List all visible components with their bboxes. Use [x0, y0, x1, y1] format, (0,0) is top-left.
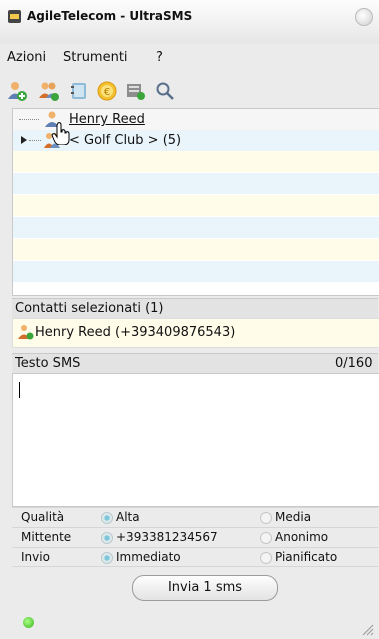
sms-text-title: Testo SMS	[15, 356, 81, 371]
send-option-scheduled[interactable]: Pianificato	[275, 550, 337, 564]
menu-help[interactable]: ?	[156, 50, 163, 65]
send-area: Invia 1 sms	[12, 566, 378, 607]
option-row-send: Invio Immediato Pianificato	[12, 547, 378, 567]
tree-item-label[interactable]: < Golf Club > (5)	[69, 133, 181, 148]
sender-option-number[interactable]: +393381234567	[116, 530, 218, 544]
resize-grip-icon[interactable]	[360, 622, 374, 636]
send-radio-immediate[interactable]	[101, 552, 113, 564]
window-control-button[interactable]	[355, 8, 373, 26]
selected-contacts-list[interactable]: Henry Reed (+393409876543)	[12, 318, 379, 348]
menu-azioni[interactable]: Azioni	[7, 50, 46, 65]
tree-connector	[29, 140, 41, 141]
add-group-icon[interactable]	[38, 80, 60, 102]
sms-text-header: Testo SMS 0/160	[12, 353, 378, 373]
quality-label: Qualità	[21, 510, 65, 524]
menu-strumenti[interactable]: Strumenti	[63, 50, 128, 65]
sender-label: Mittente	[21, 530, 72, 544]
sms-send-icon[interactable]	[124, 80, 146, 102]
credit-euro-icon[interactable]: €	[96, 80, 118, 102]
quality-option-alta[interactable]: Alta	[116, 510, 140, 524]
quality-radio-alta[interactable]	[101, 512, 113, 524]
send-radio-scheduled[interactable]	[260, 552, 272, 564]
sms-char-counter: 0/160	[335, 356, 373, 371]
tree-empty-row	[13, 261, 379, 282]
selected-contacts-title: Contatti selezionati (1)	[15, 301, 164, 316]
add-contact-icon[interactable]	[6, 80, 28, 102]
tree-empty-row	[13, 195, 379, 216]
sms-textarea[interactable]	[12, 373, 379, 507]
selected-contacts-header: Contatti selezionati (1)	[12, 298, 378, 318]
send-option-immediate[interactable]: Immediato	[116, 550, 181, 564]
sender-radio-anonymous[interactable]	[260, 532, 272, 544]
address-book-icon[interactable]	[68, 80, 90, 102]
contacts-tree[interactable]: Henry Reed < Golf Club > (5)	[12, 108, 379, 296]
selected-contact-icon	[18, 325, 34, 340]
window-title: AgileTelecom - UltraSMS	[27, 9, 193, 23]
tree-empty-row	[13, 217, 379, 238]
hand-cursor-icon	[51, 122, 70, 145]
text-cursor	[19, 382, 20, 398]
toolbar: €	[0, 72, 379, 106]
tree-item-label[interactable]: Henry Reed	[69, 112, 145, 127]
tree-connector	[19, 119, 39, 120]
title-bar: AgileTelecom - UltraSMS	[0, 0, 379, 44]
expand-arrow-icon[interactable]	[21, 136, 27, 144]
option-row-sender: Mittente +393381234567 Anonimo	[12, 527, 378, 547]
send-mode-label: Invio	[21, 550, 50, 564]
svg-text:€: €	[104, 87, 110, 98]
tree-empty-row	[13, 239, 379, 260]
quality-radio-media[interactable]	[260, 512, 272, 524]
connection-status-indicator	[23, 617, 34, 628]
send-sms-button[interactable]: Invia 1 sms	[132, 575, 278, 601]
sender-radio-number[interactable]	[101, 532, 113, 544]
app-icon	[8, 10, 21, 23]
quality-option-media[interactable]: Media	[275, 510, 311, 524]
selected-contact-label[interactable]: Henry Reed (+393409876543)	[35, 325, 235, 340]
sender-option-anonymous[interactable]: Anonimo	[275, 530, 328, 544]
tree-empty-row	[13, 173, 379, 194]
option-row-quality: Qualità Alta Media	[12, 507, 378, 527]
status-bar	[0, 606, 379, 639]
menu-bar: Azioni Strumenti ?	[0, 44, 379, 68]
tree-empty-row	[13, 151, 379, 172]
search-icon[interactable]	[154, 80, 176, 102]
